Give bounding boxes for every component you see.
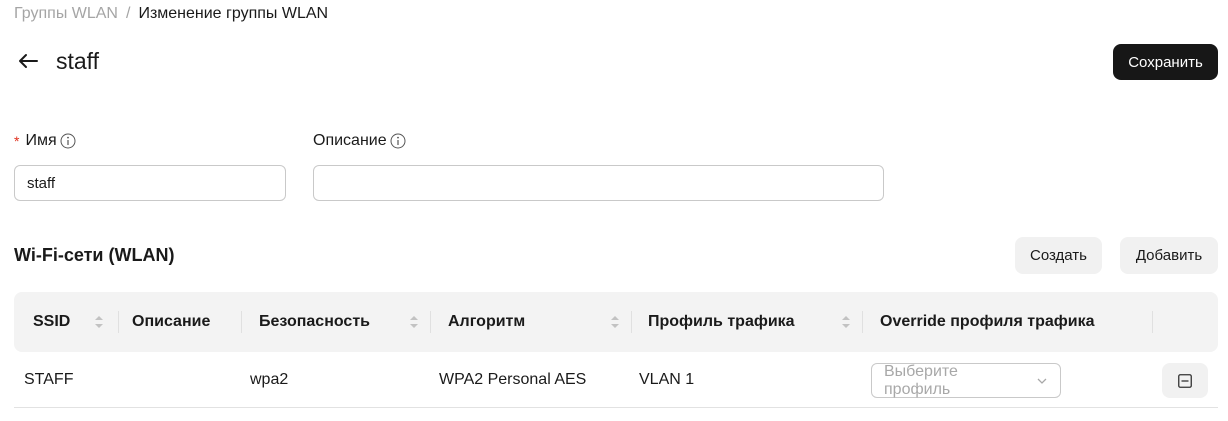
table-header: SSID Описание Безопасность Алгоритм Проф… [14, 292, 1218, 352]
breadcrumb-current: Изменение группы WLAN [138, 5, 329, 22]
breadcrumb-separator: / [125, 5, 131, 22]
description-input[interactable] [313, 165, 884, 201]
required-mark: * [14, 133, 20, 149]
column-header-ssid[interactable]: SSID [33, 292, 70, 352]
breadcrumb: Группы WLAN / Изменение группы WLAN [14, 5, 328, 23]
column-header-algorithm[interactable]: Алгоритм [448, 292, 525, 352]
override-profile-placeholder: Выберите профиль [884, 362, 958, 398]
sort-icon[interactable] [841, 314, 851, 330]
column-separator [1152, 311, 1153, 333]
description-label-text: Описание [313, 132, 387, 149]
arrow-left-icon [19, 54, 38, 68]
column-separator [241, 311, 242, 333]
info-icon[interactable] [390, 133, 406, 149]
add-button[interactable]: Добавить [1120, 237, 1218, 274]
cell-ssid: STAFF [24, 371, 74, 388]
column-separator [118, 311, 119, 333]
column-header-traffic-profile[interactable]: Профиль трафика [648, 292, 795, 352]
column-separator [631, 311, 632, 333]
name-label-text: Имя [25, 132, 57, 149]
chevron-down-icon [1037, 378, 1047, 384]
sort-icon[interactable] [94, 314, 104, 330]
remove-row-button[interactable] [1162, 363, 1208, 398]
page-header: staff Сохранить [14, 44, 1218, 80]
column-header-security[interactable]: Безопасность [259, 292, 370, 352]
wlan-section-title: Wi-Fi-сети (WLAN) [14, 245, 175, 265]
sort-icon[interactable] [610, 314, 620, 330]
info-icon[interactable] [60, 133, 76, 149]
column-header-description: Описание [132, 313, 211, 330]
breadcrumb-parent-link[interactable]: Группы WLAN [14, 5, 118, 23]
remove-icon [1178, 373, 1192, 388]
create-button[interactable]: Создать [1015, 237, 1102, 274]
cell-algorithm: WPA2 Personal AES [439, 371, 587, 388]
name-input[interactable] [14, 165, 286, 201]
page-title: staff [56, 48, 100, 74]
override-profile-select[interactable]: Выберите профиль [871, 363, 1061, 398]
wlan-table: SSID Описание Безопасность Алгоритм Проф… [14, 292, 1218, 408]
description-field-label: Описание [313, 132, 406, 150]
sort-icon[interactable] [409, 314, 419, 330]
column-header-override-profile: Override профиля трафика [880, 313, 1095, 330]
save-button[interactable]: Сохранить [1113, 44, 1218, 80]
cell-security: wpa2 [250, 371, 289, 388]
column-separator [862, 311, 863, 333]
column-separator [430, 311, 431, 333]
name-field-label: * Имя [14, 132, 76, 150]
back-button[interactable] [16, 49, 40, 73]
cell-traffic-profile: VLAN 1 [639, 371, 695, 388]
